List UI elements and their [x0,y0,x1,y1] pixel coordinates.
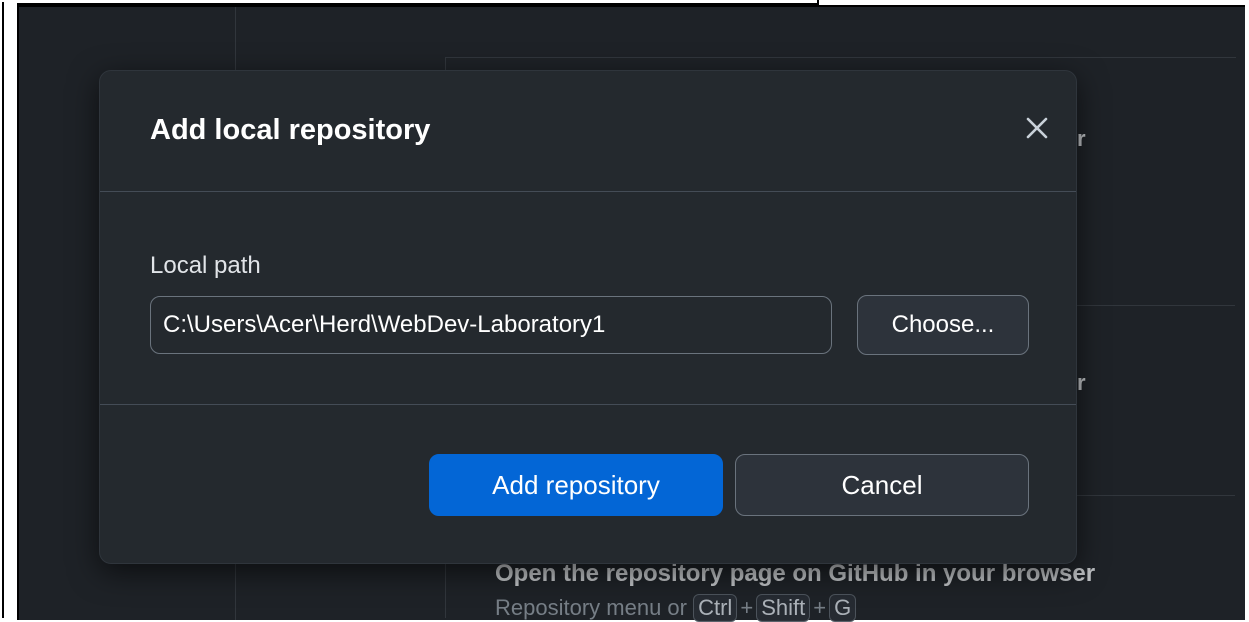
close-button[interactable] [1020,111,1054,145]
close-icon [1026,117,1048,139]
add-repository-button[interactable]: Add repository [429,454,723,516]
add-local-repository-dialog: Add local repository Local path Choose..… [99,70,1077,564]
cancel-button[interactable]: Cancel [735,454,1029,516]
local-path-input[interactable] [150,296,832,354]
dialog-title: Add local repository [150,114,431,146]
screenshot-frame: r r Open the repository page on GitHub i… [0,0,1249,622]
choose-button[interactable]: Choose... [857,295,1029,355]
local-path-label: Local path [150,252,261,279]
dialog-header: Add local repository [100,71,1076,192]
dialog-footer: Add repository Cancel [100,405,1076,565]
frame-border-left [2,2,4,618]
dialog-body: Local path Choose... [100,192,1076,405]
